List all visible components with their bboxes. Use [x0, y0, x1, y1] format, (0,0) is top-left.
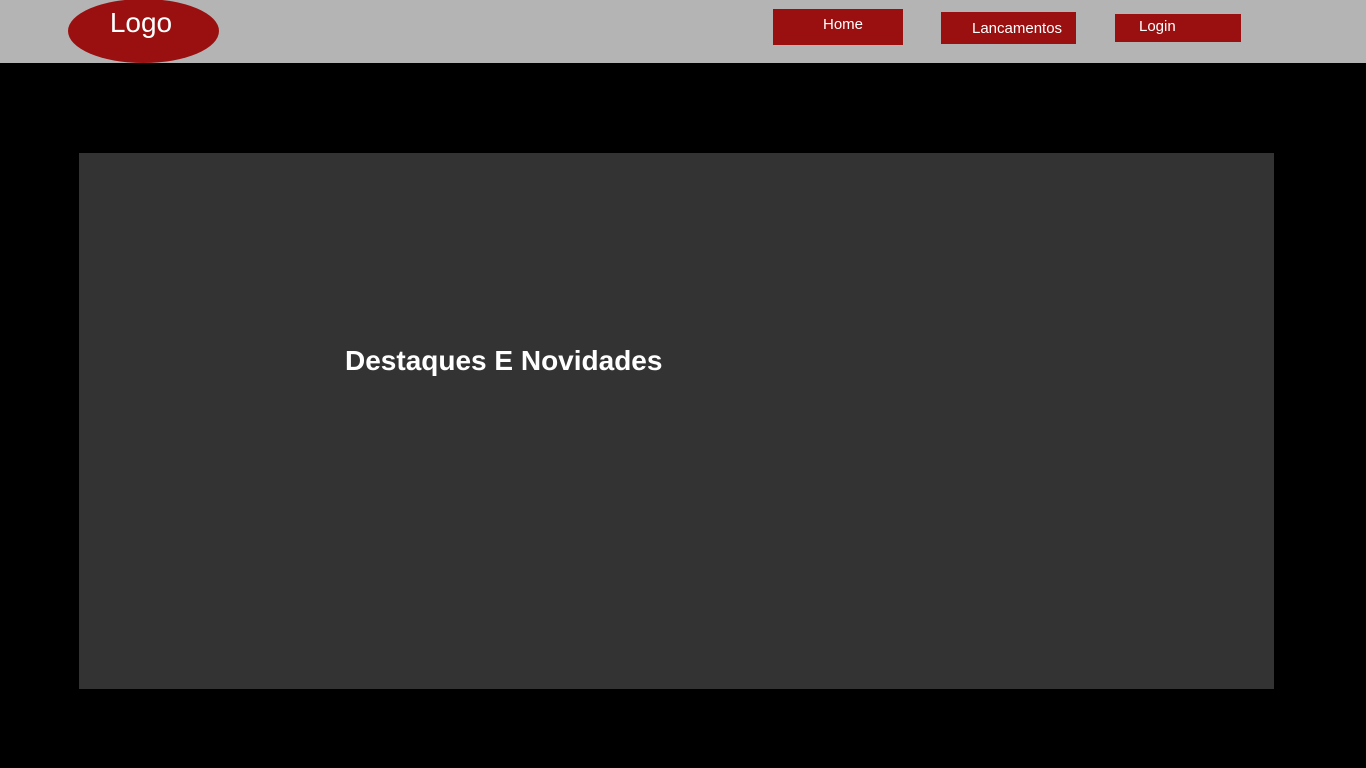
logo-text: Logo — [109, 7, 173, 38]
nav-login-button[interactable]: Login — [1115, 14, 1241, 42]
page: Logo Home Lancamentos Login Destaques E … — [0, 0, 1366, 768]
nav-lancamentos-button[interactable]: Lancamentos — [941, 12, 1076, 44]
featured-news-title: Destaques E Novidades — [345, 345, 663, 376]
nav-home-button[interactable]: Home — [773, 9, 903, 45]
site-header: Logo Home Lancamentos Login — [0, 0, 1366, 63]
nav-lancamentos-label: Lancamentos — [972, 20, 1063, 37]
nav-home-label: Home — [823, 16, 864, 33]
logo[interactable]: Logo — [68, 0, 219, 63]
featured-news-panel: Destaques E Novidades — [79, 153, 1274, 689]
nav-login-label: Login — [1139, 18, 1176, 35]
